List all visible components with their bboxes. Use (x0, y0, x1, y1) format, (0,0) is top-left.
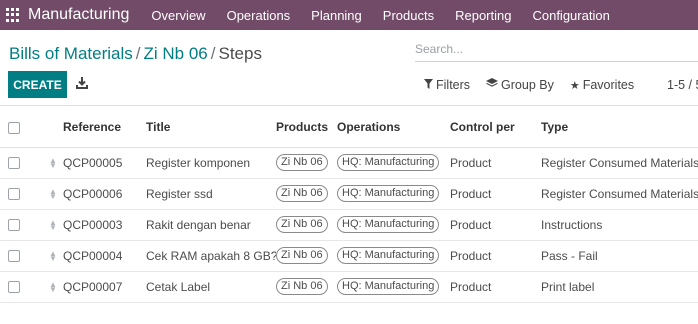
top-navbar: Manufacturing Overview Operations Planni… (0, 0, 698, 30)
operation-tag: HQ: Manufacturing (337, 185, 440, 202)
product-tag: Zi Nb 06 (276, 154, 328, 171)
title-cell: Register ssd (146, 178, 276, 210)
title-cell: Cetak Label (146, 271, 276, 303)
control-per-cell: Product (450, 240, 541, 272)
menu-overview[interactable]: Overview (151, 8, 205, 23)
row-select-cell (0, 178, 46, 210)
favorites-button[interactable]: ★ Favorites (570, 78, 634, 92)
filters-button[interactable]: Filters (424, 78, 470, 92)
download-icon[interactable] (75, 76, 89, 90)
column-header-type[interactable]: Type (541, 107, 698, 148)
select-all-checkbox[interactable] (8, 121, 20, 134)
title-cell: Cek RAM apakah 8 GB? (146, 240, 276, 272)
product-tag: Zi Nb 06 (276, 247, 328, 264)
reference-cell: QCP00003 (63, 209, 146, 241)
row-checkbox[interactable] (8, 219, 20, 232)
group-by-button[interactable]: Group By (486, 78, 554, 92)
reference-cell: QCP00006 (63, 178, 146, 210)
menu-products[interactable]: Products (383, 8, 434, 23)
row-checkbox[interactable] (8, 157, 20, 170)
title-cell: Rakit dengan benar (146, 209, 276, 241)
table-row[interactable]: ▲ ▼ QCP00005 Register komponen Zi Nb 06 H… (0, 147, 698, 179)
breadcrumb-bills-of-materials[interactable]: Bills of Materials (9, 44, 133, 63)
table-header-row: Reference Title Products Operations Cont… (0, 107, 698, 148)
row-select-cell (0, 209, 46, 241)
control-panel: Bills of Materials/Zi Nb 06/Steps CREATE… (0, 30, 698, 106)
product-tag: Zi Nb 06 (276, 185, 328, 202)
breadcrumb-current: Steps (218, 44, 262, 63)
control-per-cell: Product (450, 147, 541, 179)
control-per-cell: Product (450, 271, 541, 303)
drag-handle-icon[interactable]: ▲ ▼ (49, 219, 57, 232)
type-cell: Pass - Fail (541, 240, 698, 272)
select-all-cell (0, 107, 46, 148)
table-row[interactable]: ▲ ▼ QCP00006 Register ssd Zi Nb 06 HQ: Ma… (0, 178, 698, 210)
column-header-control-per[interactable]: Control per (450, 107, 541, 148)
menu-reporting[interactable]: Reporting (455, 8, 511, 23)
group-by-label: Group By (501, 78, 554, 92)
control-per-cell: Product (450, 209, 541, 241)
drag-handle-icon[interactable]: ▲ ▼ (49, 250, 57, 263)
breadcrumb-product[interactable]: Zi Nb 06 (144, 44, 208, 63)
steps-table: Reference Title Products Operations Cont… (0, 107, 698, 303)
search-box (415, 38, 698, 62)
favorites-label: Favorites (582, 78, 635, 92)
column-header-reference[interactable]: Reference (63, 107, 146, 148)
breadcrumb-separator: / (210, 44, 216, 63)
table-row[interactable]: ▲ ▼ QCP00007 Cetak Label Zi Nb 06 HQ: Man… (0, 271, 698, 303)
product-tag: Zi Nb 06 (276, 216, 328, 233)
operation-tag: HQ: Manufacturing (337, 247, 440, 264)
menu-operations[interactable]: Operations (227, 8, 291, 23)
row-checkbox[interactable] (8, 250, 20, 263)
operation-tag: HQ: Manufacturing (337, 154, 440, 171)
apps-grid-icon[interactable] (6, 8, 20, 22)
type-cell: Instructions (541, 209, 698, 241)
search-input[interactable] (415, 38, 698, 60)
star-icon: ★ (569, 79, 580, 92)
breadcrumb: Bills of Materials / Zi Nb 06/Steps (9, 44, 262, 64)
drag-handle-icon[interactable]: ▲ ▼ (49, 157, 57, 170)
type-cell: Register Consumed Materials (541, 147, 698, 179)
table-row[interactable]: ▲ ▼ QCP00004 Cek RAM apakah 8 GB? Zi Nb 0… (0, 240, 698, 272)
reference-cell: QCP00004 (63, 240, 146, 272)
breadcrumb-separator: / (135, 44, 141, 63)
row-select-cell (0, 271, 46, 303)
search-options: Filters Group By ★ Favorites (424, 78, 650, 92)
column-header-operations[interactable]: Operations (337, 107, 450, 148)
drag-handle-icon[interactable]: ▲ ▼ (49, 281, 57, 294)
filter-icon (424, 78, 433, 92)
type-cell: Register Consumed Materials (541, 178, 698, 210)
operation-tag: HQ: Manufacturing (337, 278, 440, 295)
menu-planning[interactable]: Planning (311, 8, 362, 23)
column-header-title[interactable]: Title (146, 107, 276, 148)
row-select-cell (0, 240, 46, 272)
row-checkbox[interactable] (8, 281, 20, 294)
table-row[interactable]: ▲ ▼ QCP00003 Rakit dengan benar Zi Nb 06 … (0, 209, 698, 241)
app-title[interactable]: Manufacturing (28, 6, 129, 24)
filters-label: Filters (436, 78, 471, 92)
column-header-products[interactable]: Products (276, 107, 337, 148)
row-checkbox[interactable] (8, 188, 20, 201)
drag-handle-icon[interactable]: ▲ ▼ (49, 188, 57, 201)
operation-tag: HQ: Manufacturing (337, 216, 440, 233)
reference-cell: QCP00007 (63, 271, 146, 303)
layers-icon (486, 78, 499, 92)
title-cell: Register komponen (146, 147, 276, 179)
row-select-cell (0, 147, 46, 179)
product-tag: Zi Nb 06 (276, 278, 328, 295)
control-per-cell: Product (450, 178, 541, 210)
reference-cell: QCP00005 (63, 147, 146, 179)
menu-configuration[interactable]: Configuration (532, 8, 609, 23)
pager-value[interactable]: 1-5 / 5 (667, 78, 698, 92)
create-button[interactable]: CREATE (8, 71, 67, 98)
type-cell: Print label (541, 271, 698, 303)
